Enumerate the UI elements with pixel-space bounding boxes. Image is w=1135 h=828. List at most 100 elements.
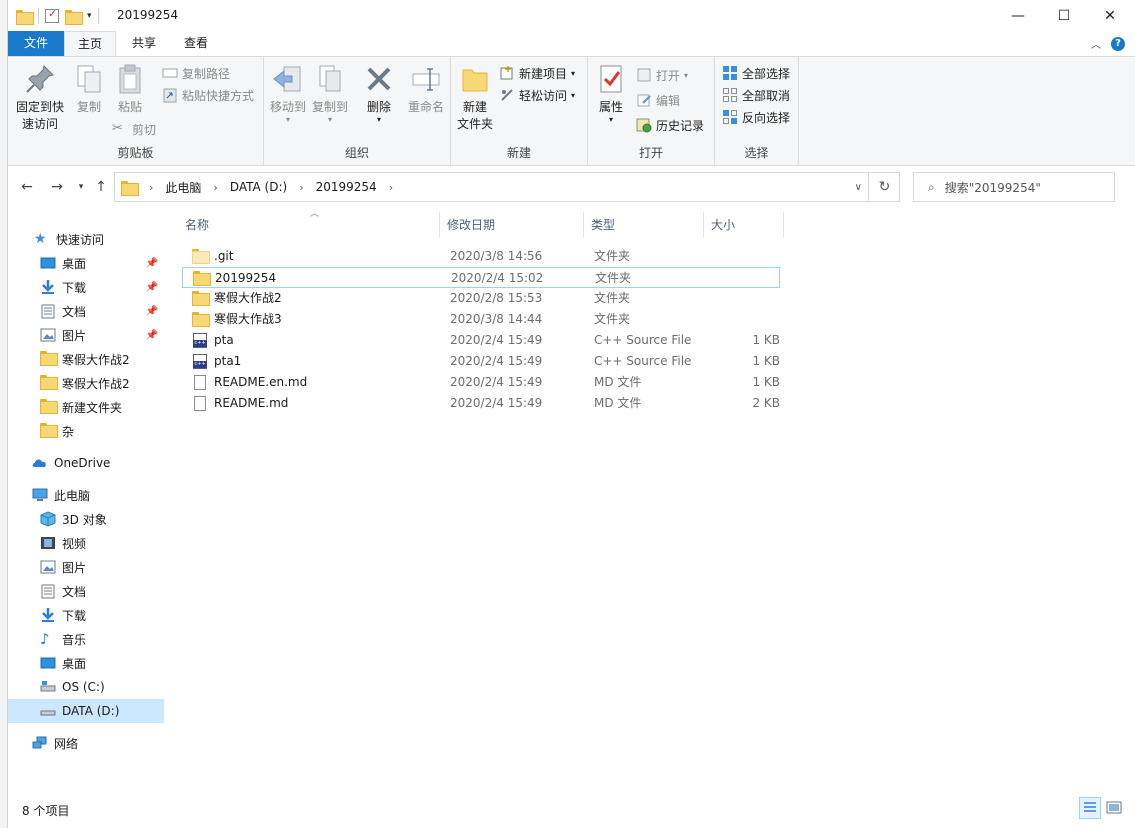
new-folder-qat-icon[interactable] bbox=[65, 9, 83, 25]
minimize-button[interactable]: — bbox=[995, 0, 1041, 31]
large-icons-view-icon[interactable] bbox=[1103, 797, 1125, 819]
pictures-icon bbox=[40, 327, 56, 343]
breadcrumb-separator-icon[interactable]: › bbox=[213, 181, 217, 194]
column-header-type[interactable]: 类型 bbox=[584, 212, 704, 238]
table-row[interactable]: pta 2020/2/4 15:49 C++ Source File 1 KB bbox=[182, 330, 780, 351]
copy-to-button[interactable]: 复制到 ▾ bbox=[310, 63, 350, 124]
nav-pictures[interactable]: 图片 📌 bbox=[8, 323, 164, 347]
search-input[interactable]: ⌕ 搜索"20199254" bbox=[913, 172, 1115, 202]
delete-button[interactable]: 删除 ▾ bbox=[362, 63, 396, 124]
rename-button[interactable]: 重命名 bbox=[404, 63, 448, 116]
file-type: C++ Source File bbox=[594, 333, 692, 347]
address-bar[interactable]: › 此电脑 › DATA (D:) › 20199254 › ∨ bbox=[114, 172, 869, 202]
nav-network[interactable]: 网络 bbox=[8, 731, 164, 755]
nav-folder-hanjia2-b[interactable]: 寒假大作战2 bbox=[8, 371, 164, 395]
paste-button[interactable]: 粘贴 bbox=[110, 63, 150, 116]
table-row[interactable]: README.md 2020/2/4 15:49 MD 文件 2 KB bbox=[182, 393, 780, 414]
table-row[interactable]: README.en.md 2020/2/4 15:49 MD 文件 1 KB bbox=[182, 372, 780, 393]
nav-drive-d[interactable]: DATA (D:) bbox=[8, 699, 164, 723]
table-row[interactable]: 寒假大作战3 2020/3/8 14:44 文件夹 bbox=[182, 309, 780, 330]
nav-quick-access[interactable]: ★ 快速访问 bbox=[8, 227, 164, 251]
forward-arrow-icon[interactable]: → bbox=[46, 177, 68, 197]
edit-button[interactable]: 编辑 bbox=[636, 90, 680, 110]
column-header-size[interactable]: 大小 bbox=[704, 212, 784, 238]
tab-file[interactable]: 文件 bbox=[8, 31, 64, 56]
customize-qat-chevron-icon[interactable]: ▾ bbox=[87, 11, 92, 21]
file-size: 1 KB bbox=[752, 333, 780, 347]
breadcrumb-current-folder[interactable]: 20199254 bbox=[316, 180, 377, 194]
pin-icon: 📌 bbox=[145, 257, 158, 269]
folder-icon bbox=[40, 375, 58, 391]
recent-locations-chevron-icon[interactable]: ▾ bbox=[70, 177, 92, 197]
nav-folder-za[interactable]: 杂 bbox=[8, 419, 164, 443]
invert-selection-button[interactable]: 反向选择 bbox=[722, 107, 790, 127]
nav-downloads-pc[interactable]: 下载 bbox=[8, 603, 164, 627]
nav-pictures-pc[interactable]: 图片 bbox=[8, 555, 164, 579]
breadcrumb-separator-icon[interactable]: › bbox=[389, 181, 393, 194]
properties-button[interactable]: 属性 ▾ bbox=[592, 63, 630, 124]
nav-folder-new[interactable]: 新建文件夹 bbox=[8, 395, 164, 419]
nav-videos[interactable]: 视频 bbox=[8, 531, 164, 555]
nav-onedrive[interactable]: OneDrive bbox=[8, 451, 164, 475]
nav-downloads[interactable]: 下载 📌 bbox=[8, 275, 164, 299]
breadcrumb-separator-icon[interactable]: › bbox=[299, 181, 303, 194]
help-icon[interactable]: ? bbox=[1111, 36, 1125, 51]
nav-this-pc[interactable]: 此电脑 bbox=[8, 483, 164, 507]
nav-desktop-pc[interactable]: 桌面 bbox=[8, 651, 164, 675]
nav-documents[interactable]: 文档 📌 bbox=[8, 299, 164, 323]
move-to-button[interactable]: 移动到 ▾ bbox=[268, 63, 308, 124]
close-button[interactable]: ✕ bbox=[1087, 0, 1133, 31]
tab-home[interactable]: 主页 bbox=[64, 31, 116, 57]
nav-label: 下载 bbox=[62, 280, 87, 295]
column-header-date[interactable]: 修改日期 bbox=[440, 212, 584, 238]
new-item-button[interactable]: 新建项目 ▾ bbox=[499, 63, 575, 83]
details-view-icon[interactable] bbox=[1079, 797, 1101, 819]
up-arrow-icon[interactable]: ↑ bbox=[90, 177, 112, 197]
nav-music[interactable]: ♪ 音乐 bbox=[8, 627, 164, 651]
address-dropdown-chevron-icon[interactable]: ∨ bbox=[855, 182, 862, 193]
select-all-label: 全部选择 bbox=[742, 66, 791, 81]
table-row[interactable]: 20199254 2020/2/4 15:02 文件夹 bbox=[182, 267, 780, 288]
paste-shortcut-button[interactable]: 粘贴快捷方式 bbox=[162, 85, 254, 105]
easy-access-button[interactable]: 轻松访问 ▾ bbox=[499, 85, 575, 105]
scissors-icon: ✂ bbox=[112, 121, 123, 136]
column-header-name[interactable]: 名称 bbox=[178, 212, 440, 238]
select-all-button[interactable]: 全部选择 bbox=[722, 63, 790, 83]
table-row[interactable]: .git 2020/3/8 14:56 文件夹 bbox=[182, 246, 780, 267]
nav-folder-hanjia2[interactable]: 寒假大作战2 bbox=[8, 347, 164, 371]
tab-share[interactable]: 共享 bbox=[118, 31, 170, 56]
back-arrow-icon[interactable]: ← bbox=[16, 177, 38, 197]
cut-button[interactable]: ✂ 剪切 bbox=[112, 119, 156, 139]
tab-view[interactable]: 查看 bbox=[172, 31, 220, 56]
history-button[interactable]: 历史记录 bbox=[636, 115, 704, 135]
copy-path-button[interactable]: 复制路径 bbox=[162, 63, 230, 83]
collapse-ribbon-chevron-icon[interactable]: ︿ bbox=[1091, 36, 1101, 51]
nav-drive-c[interactable]: OS (C:) bbox=[8, 675, 164, 699]
open-button[interactable]: 打开 ▾ bbox=[636, 65, 688, 85]
nav-desktop[interactable]: 桌面 📌 bbox=[8, 251, 164, 275]
table-row[interactable]: pta1 2020/2/4 15:49 C++ Source File 1 KB bbox=[182, 351, 780, 372]
nav-documents-pc[interactable]: 文档 bbox=[8, 579, 164, 603]
file-name: pta1 bbox=[214, 354, 242, 368]
move-to-icon bbox=[272, 63, 304, 95]
refresh-icon[interactable]: ↻ bbox=[870, 172, 900, 202]
breadcrumb-data-drive[interactable]: DATA (D:) bbox=[230, 180, 287, 194]
copy-button[interactable]: 复制 bbox=[70, 63, 108, 116]
new-folder-button[interactable]: 新建 文件夹 bbox=[455, 63, 495, 133]
properties-qat-icon[interactable]: ✓ bbox=[45, 7, 59, 23]
file-date: 2020/2/8 15:53 bbox=[450, 291, 543, 305]
file-size bbox=[702, 288, 780, 309]
select-none-button[interactable]: 全部取消 bbox=[722, 85, 790, 105]
pin-label-1: 固定到快 bbox=[15, 100, 64, 114]
nav-3d-objects[interactable]: 3D 对象 bbox=[8, 507, 164, 531]
pin-to-quick-access-button[interactable]: 固定到快 速访问 bbox=[14, 63, 66, 133]
breadcrumb-separator-icon[interactable]: › bbox=[149, 181, 153, 194]
select-none-icon bbox=[722, 87, 738, 103]
open-label: 打开 bbox=[656, 68, 681, 83]
folder-icon bbox=[40, 423, 58, 439]
maximize-button[interactable]: ☐ bbox=[1041, 0, 1087, 31]
easy-access-label: 轻松访问 bbox=[519, 88, 568, 103]
breadcrumb-this-pc[interactable]: 此电脑 bbox=[165, 179, 201, 196]
file-type: C++ Source File bbox=[594, 354, 692, 368]
table-row[interactable]: 寒假大作战2 2020/2/8 15:53 文件夹 bbox=[182, 288, 780, 309]
